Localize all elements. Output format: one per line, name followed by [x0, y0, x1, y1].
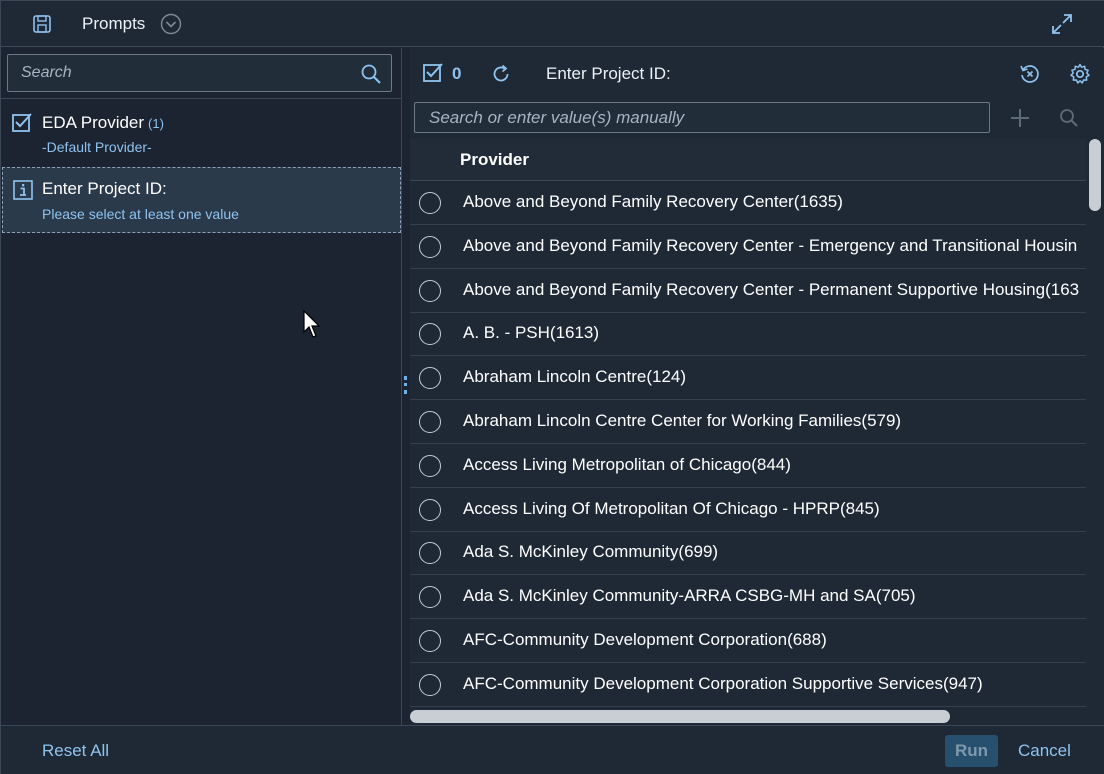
chevron-down-icon[interactable]	[160, 13, 182, 35]
prompt-search-field[interactable]	[7, 54, 392, 92]
row-label: Abraham Lincoln Centre Center for Workin…	[463, 411, 902, 430]
horizontal-scrollbar-thumb[interactable]	[410, 710, 950, 723]
table-row[interactable]: Access Living Metropolitan of Chicago(84…	[410, 444, 1086, 488]
radio-button[interactable]	[419, 367, 441, 390]
dialog-title: Prompts	[82, 14, 146, 33]
radio-button[interactable]	[419, 586, 441, 609]
table-row[interactable]: A. B. - PSH(1613)	[410, 312, 1086, 357]
row-label: Ada S. McKinley Community-ARRA CSBG-MH a…	[463, 586, 916, 606]
reset-all-button[interactable]: Reset All	[42, 741, 109, 761]
panel-splitter[interactable]	[402, 48, 410, 725]
cancel-button[interactable]: Cancel	[1018, 741, 1071, 761]
row-label: A. B. - PSH(1613)	[463, 323, 600, 343]
value-search-input[interactable]	[415, 103, 989, 132]
prompt-item-title: EDA Provider (1)	[42, 113, 164, 132]
table-row[interactable]: Ada S. McKinley Community(699)	[410, 531, 1086, 576]
radio-button[interactable]	[419, 235, 441, 258]
radio-button[interactable]	[419, 323, 441, 346]
prompt-item-subtitle: -Default Provider-	[42, 139, 152, 155]
prompt-list-panel: EDA Provider(1) -Default Provider- Enter…	[1, 48, 402, 725]
save-icon[interactable]	[31, 13, 53, 35]
expand-icon[interactable]	[1050, 12, 1074, 36]
column-header-label: Provider	[460, 150, 529, 169]
table-row[interactable]: AFC-Community Development Corporation(68…	[410, 619, 1086, 663]
prompt-item-eda-provider[interactable]: EDA Provider (1) -Default Provider-	[1, 102, 402, 162]
radio-button[interactable]	[419, 454, 441, 477]
search-icon[interactable]	[360, 63, 382, 85]
prompt-item-count: (1)	[148, 116, 164, 131]
dialog-footer: Reset All Run Cancel	[1, 725, 1104, 774]
radio-button[interactable]	[419, 279, 441, 302]
vertical-scrollbar-thumb[interactable]	[1089, 139, 1101, 211]
table-row[interactable]: Above and Beyond Family Recovery Center …	[410, 225, 1086, 269]
splitter-handle[interactable]	[404, 376, 407, 394]
prompt-label: Enter Project ID:	[546, 64, 671, 83]
run-button[interactable]: Run	[945, 735, 998, 767]
column-header[interactable]: Provider	[410, 139, 1086, 181]
refresh-icon[interactable]	[490, 63, 512, 85]
row-label: Above and Beyond Family Recovery Center …	[463, 235, 1078, 255]
row-label: Abraham Lincoln Centre(124)	[463, 367, 687, 387]
plus-icon[interactable]	[1008, 106, 1032, 130]
table-row[interactable]: Above and Beyond Family Recovery Center …	[410, 269, 1086, 313]
gear-icon[interactable]	[1069, 63, 1091, 85]
radio-button[interactable]	[419, 498, 441, 521]
checkbox-checked-icon	[12, 113, 32, 132]
mouse-pointer-icon	[303, 310, 321, 338]
row-label: Access Living Metropolitan of Chicago(84…	[463, 454, 791, 474]
table-row[interactable]: Abraham Lincoln Centre Center for Workin…	[410, 400, 1086, 444]
dialog-header: Prompts	[1, 1, 1104, 47]
row-label: AFC-Community Development Corporation(68…	[463, 630, 827, 649]
table-row[interactable]: Above and Beyond Family Recovery Center(…	[410, 181, 1086, 225]
value-selection-panel: 0 Enter Project ID: Search or enter valu…	[410, 48, 1104, 725]
prompt-search-input[interactable]	[8, 55, 348, 91]
radio-button[interactable]	[419, 192, 441, 214]
value-search-field[interactable]	[414, 102, 990, 133]
prompts-dialog: Prompts EDA Provider(1) -Default Provide…	[0, 0, 1104, 774]
table-row[interactable]: Access Living Of Metropolitan Of Chicago…	[410, 488, 1086, 532]
table-row[interactable]: Ada S. McKinley Community-ARRA CSBG-MH a…	[410, 575, 1086, 620]
search-icon[interactable]	[1058, 107, 1080, 129]
info-icon	[13, 180, 33, 200]
reset-selection-icon[interactable]	[1019, 63, 1041, 85]
row-label: Access Living Of Metropolitan Of Chicago…	[463, 498, 880, 518]
radio-button[interactable]	[419, 630, 441, 652]
provider-table: Provider Above and Beyond Family Recover…	[410, 139, 1086, 709]
table-row[interactable]: AFC-Community Development Corporation Su…	[410, 663, 1086, 707]
value-toolbar: 0 Enter Project ID:	[410, 48, 1104, 98]
selected-count[interactable]: 0	[452, 64, 461, 84]
table-row[interactable]: Abraham Lincoln Centre(124)	[410, 356, 1086, 401]
radio-button[interactable]	[419, 673, 441, 696]
row-label: Ada S. McKinley Community(699)	[463, 542, 719, 562]
vertical-scrollbar[interactable]	[1086, 139, 1104, 709]
divider	[1, 98, 402, 99]
radio-button[interactable]	[419, 542, 441, 565]
prompt-item-title: Enter Project ID:	[42, 179, 167, 198]
prompt-item-subtitle: Please select at least one value	[42, 206, 239, 222]
selected-values-icon[interactable]	[422, 62, 444, 84]
row-label: Above and Beyond Family Recovery Center …	[463, 279, 1080, 299]
row-label: Above and Beyond Family Recovery Center(…	[463, 192, 843, 211]
row-label: AFC-Community Development Corporation Su…	[463, 673, 983, 693]
horizontal-scrollbar[interactable]	[410, 708, 1104, 725]
prompt-item-project-id[interactable]: Enter Project ID: Please select at least…	[2, 167, 401, 233]
radio-button[interactable]	[419, 411, 441, 433]
